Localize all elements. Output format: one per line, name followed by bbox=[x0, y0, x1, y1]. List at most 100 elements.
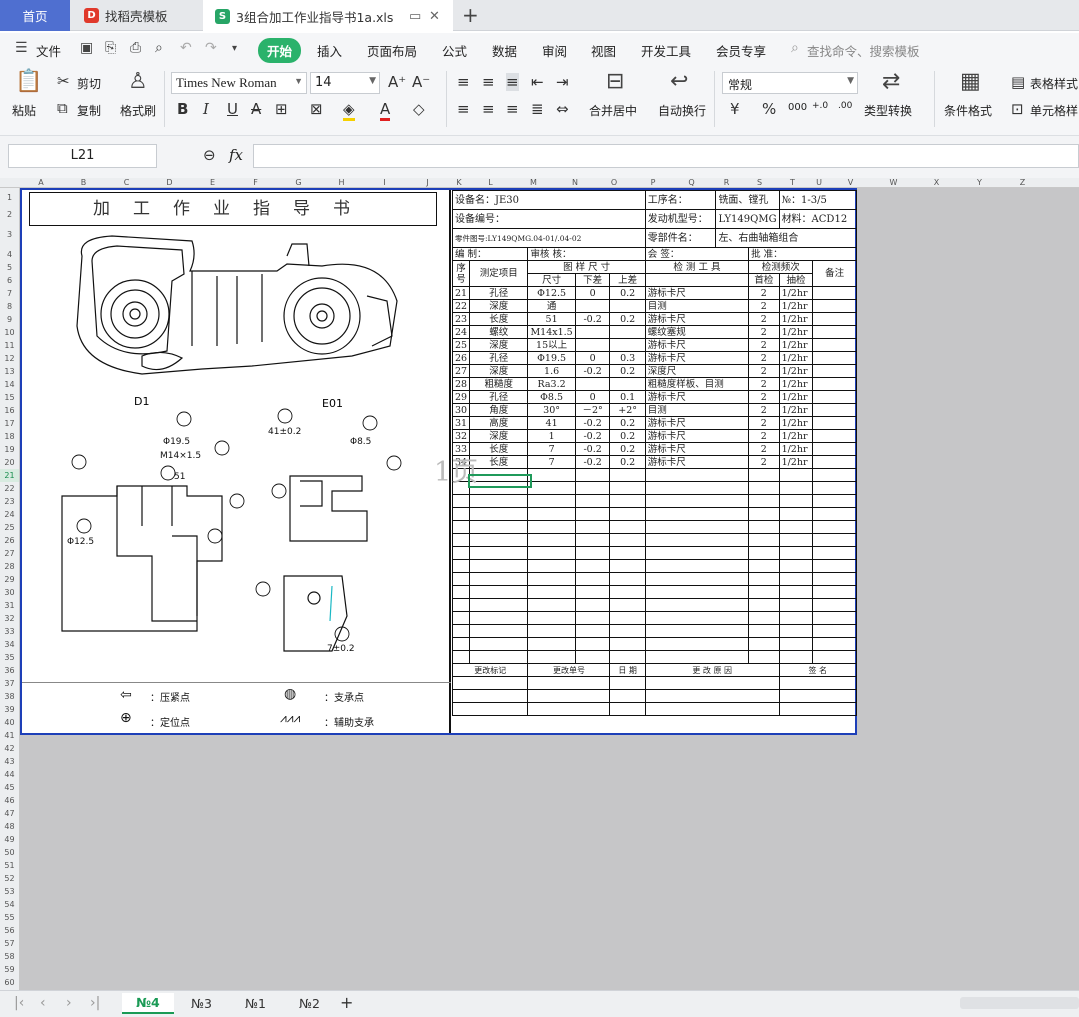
empty-cell[interactable] bbox=[527, 572, 576, 586]
save-icon[interactable]: ▣ bbox=[80, 40, 93, 56]
row-header-cell[interactable]: 37 bbox=[0, 677, 19, 690]
part-name-label[interactable]: 零部件名： bbox=[644, 228, 717, 248]
cell-item[interactable]: 螺纹 bbox=[469, 325, 529, 339]
row-header-cell[interactable]: 36 bbox=[0, 664, 19, 677]
empty-cell[interactable] bbox=[778, 468, 814, 482]
empty-cell[interactable] bbox=[469, 494, 529, 508]
row-header-cell[interactable]: 12 bbox=[0, 352, 19, 365]
part-name-value[interactable]: 左、右曲轴箱组合 bbox=[715, 228, 857, 248]
empty-cell[interactable] bbox=[469, 624, 529, 638]
cell-lower[interactable] bbox=[574, 377, 611, 391]
cell-lower[interactable] bbox=[574, 299, 611, 313]
empty-cell[interactable] bbox=[748, 624, 780, 638]
empty-cell[interactable] bbox=[527, 559, 576, 573]
row-header-cell[interactable]: 6 bbox=[0, 274, 19, 287]
column-header-cell[interactable]: J bbox=[406, 178, 449, 188]
cell-size[interactable]: 51 bbox=[527, 312, 576, 326]
empty-cell[interactable] bbox=[469, 520, 529, 534]
cell-first[interactable]: 2 bbox=[748, 338, 780, 352]
cell-first[interactable]: 2 bbox=[748, 455, 780, 469]
empty-cell[interactable] bbox=[609, 468, 646, 482]
empty-cell[interactable] bbox=[469, 585, 529, 599]
cell-sample[interactable]: 1/2hr bbox=[778, 286, 814, 300]
menu-review[interactable]: 审阅 bbox=[542, 41, 567, 60]
column-header-cell[interactable]: G bbox=[277, 178, 320, 188]
col-freq[interactable]: 检测频次 bbox=[748, 260, 814, 274]
row-header-cell[interactable]: 47 bbox=[0, 807, 19, 820]
row-header-cell[interactable]: 54 bbox=[0, 898, 19, 911]
footer-change-mark[interactable]: 更改标记 bbox=[451, 663, 529, 677]
column-header-cell[interactable]: L bbox=[469, 178, 512, 188]
empty-cell[interactable] bbox=[527, 507, 576, 521]
row-header-cell[interactable]: 26 bbox=[0, 534, 19, 547]
cell-lower[interactable] bbox=[574, 338, 611, 352]
cell-lower[interactable]: -0.2 bbox=[574, 429, 611, 443]
cell-tool[interactable]: 游标卡尺 bbox=[644, 416, 750, 430]
empty-cell[interactable] bbox=[574, 611, 611, 625]
cell-note[interactable] bbox=[812, 325, 857, 339]
cell-item[interactable]: 角度 bbox=[469, 403, 529, 417]
empty-cell[interactable] bbox=[574, 533, 611, 547]
underline-icon[interactable]: U bbox=[227, 100, 238, 118]
sheet-tab-3[interactable]: №3 bbox=[191, 996, 212, 1011]
row-header-cell[interactable]: 25 bbox=[0, 521, 19, 534]
empty-cell[interactable] bbox=[574, 598, 611, 612]
cell-no[interactable]: 29 bbox=[451, 390, 471, 404]
cell-sample[interactable]: 1/2hr bbox=[778, 312, 814, 326]
type-convert-button[interactable]: 类型转换 bbox=[864, 102, 912, 119]
empty-cell[interactable] bbox=[609, 481, 646, 495]
row-header-cell[interactable]: 15 bbox=[0, 391, 19, 404]
cell-upper[interactable]: 0.2 bbox=[609, 442, 646, 456]
empty-cell[interactable] bbox=[748, 520, 780, 534]
cell-no[interactable]: 26 bbox=[451, 351, 471, 365]
col-tool[interactable]: 检 测 工 具 bbox=[644, 260, 750, 274]
empty-cell[interactable] bbox=[527, 546, 576, 560]
cell-item[interactable]: 孔径 bbox=[469, 286, 529, 300]
cell-tool[interactable]: 粗糙度样板、目测 bbox=[644, 377, 750, 391]
part-drawing-no[interactable]: 零件图号:LY149QMG.04-01/.04-02 bbox=[452, 228, 646, 248]
empty-cell[interactable] bbox=[609, 520, 646, 534]
empty-cell[interactable] bbox=[748, 598, 780, 612]
row-header-cell[interactable]: 42 bbox=[0, 742, 19, 755]
column-header-cell[interactable]: S bbox=[743, 178, 776, 188]
cell-note[interactable] bbox=[812, 416, 857, 430]
column-header-cell[interactable]: W bbox=[872, 178, 915, 188]
cell-first[interactable]: 2 bbox=[748, 286, 780, 300]
prev-sheet-icon[interactable]: ‹ bbox=[40, 995, 46, 1011]
column-header-cell[interactable]: K bbox=[449, 178, 469, 188]
tab-home[interactable]: 首页 bbox=[0, 0, 70, 31]
row-header-cell[interactable]: 7 bbox=[0, 287, 19, 300]
align-middle-icon[interactable]: ≡ bbox=[482, 73, 495, 91]
cell-note[interactable] bbox=[812, 351, 857, 365]
cell-style-icon[interactable]: ⊡ bbox=[1011, 100, 1024, 118]
cell-lower[interactable]: 0 bbox=[574, 390, 611, 404]
empty-cell[interactable] bbox=[574, 507, 611, 521]
row-header-cell[interactable]: 19 bbox=[0, 443, 19, 456]
empty-cell[interactable] bbox=[609, 559, 646, 573]
column-header-cell[interactable]: Z bbox=[1001, 178, 1044, 188]
row-header-cell[interactable]: 13 bbox=[0, 365, 19, 378]
column-header-cell[interactable]: X bbox=[915, 178, 958, 188]
row-header-cell[interactable]: 31 bbox=[0, 599, 19, 612]
empty-cell[interactable] bbox=[527, 494, 576, 508]
column-header-cell[interactable]: Q bbox=[673, 178, 710, 188]
print-icon[interactable]: ⎙ bbox=[130, 40, 141, 56]
empty-cell[interactable] bbox=[574, 650, 611, 664]
wrap-text-button[interactable]: 自动换行 bbox=[658, 102, 706, 119]
paste-button[interactable]: 粘贴 bbox=[12, 102, 36, 119]
column-header-cell[interactable]: I bbox=[363, 178, 406, 188]
empty-cell[interactable] bbox=[609, 650, 646, 664]
cell-sample[interactable]: 1/2hr bbox=[778, 351, 814, 365]
cell-upper[interactable] bbox=[609, 377, 646, 391]
sub-size[interactable]: 尺寸 bbox=[527, 273, 576, 287]
cell-size[interactable]: 30° bbox=[527, 403, 576, 417]
empty-cell[interactable] bbox=[812, 559, 857, 573]
justify-icon[interactable]: ≣ bbox=[531, 100, 544, 118]
command-search[interactable]: 查找命令、搜索模板 bbox=[807, 41, 920, 60]
row-header-cell[interactable]: 2 bbox=[0, 208, 19, 221]
approved-by[interactable]: 批 准： bbox=[748, 247, 857, 261]
cell-no[interactable]: 32 bbox=[451, 429, 471, 443]
empty-cell[interactable] bbox=[644, 520, 750, 534]
cell-note[interactable] bbox=[812, 299, 857, 313]
empty-cell[interactable] bbox=[469, 598, 529, 612]
